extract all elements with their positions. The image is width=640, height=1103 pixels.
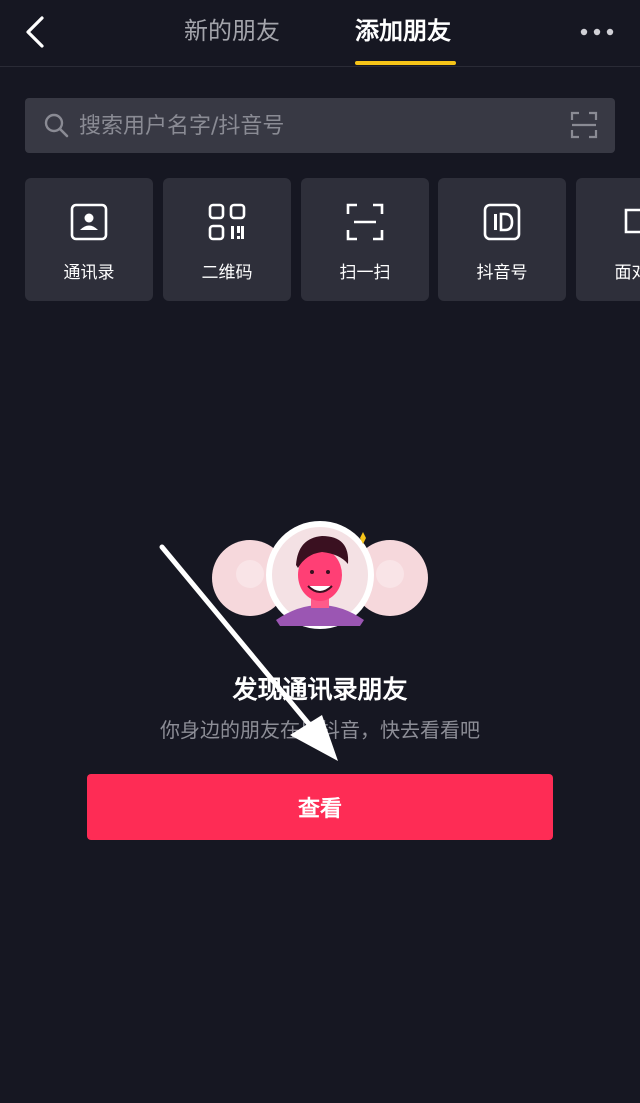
empty-state-subtitle: 你身边的朋友在用抖音，快去看看吧 bbox=[160, 718, 480, 742]
back-button[interactable] bbox=[14, 10, 58, 54]
scan-label: 扫一扫 bbox=[339, 263, 391, 283]
scan-icon[interactable] bbox=[570, 111, 598, 139]
scan-icon bbox=[346, 203, 384, 241]
quick-actions: 通讯录 二维码 扫一扫 抖音号 面对面 bbox=[25, 178, 640, 301]
more-dots-icon bbox=[580, 28, 614, 36]
tab-new-friends[interactable]: 新的朋友 bbox=[184, 14, 280, 48]
douyin-id-label: 抖音号 bbox=[476, 263, 528, 283]
view-contacts-button[interactable]: 查看 bbox=[87, 774, 553, 840]
search-bar[interactable] bbox=[25, 98, 615, 155]
face-to-face-label: 面对面 bbox=[614, 263, 640, 283]
top-bar: 新的朋友 添加朋友 bbox=[0, 0, 640, 67]
id-icon bbox=[483, 203, 521, 241]
qr-code-icon bbox=[208, 203, 246, 241]
empty-state-title: 发现通讯录朋友 bbox=[232, 675, 408, 704]
search-icon bbox=[44, 113, 69, 138]
scan-card[interactable]: 扫一扫 bbox=[301, 178, 429, 301]
chevron-left-icon bbox=[26, 16, 44, 48]
contacts-label: 通讯录 bbox=[63, 263, 115, 283]
face-to-face-icon bbox=[624, 208, 640, 234]
qr-code-card[interactable]: 二维码 bbox=[163, 178, 291, 301]
friends-illustration bbox=[212, 521, 428, 629]
face-to-face-card[interactable]: 面对面 bbox=[576, 178, 640, 301]
search-input[interactable] bbox=[77, 98, 551, 155]
tab-add-friends[interactable]: 添加朋友 bbox=[355, 14, 451, 48]
contacts-card[interactable]: 通讯录 bbox=[25, 178, 153, 301]
contacts-icon bbox=[70, 203, 108, 241]
douyin-id-card[interactable]: 抖音号 bbox=[438, 178, 566, 301]
more-button[interactable] bbox=[576, 20, 620, 44]
qr-code-label: 二维码 bbox=[201, 263, 253, 283]
active-tab-indicator bbox=[355, 61, 456, 65]
